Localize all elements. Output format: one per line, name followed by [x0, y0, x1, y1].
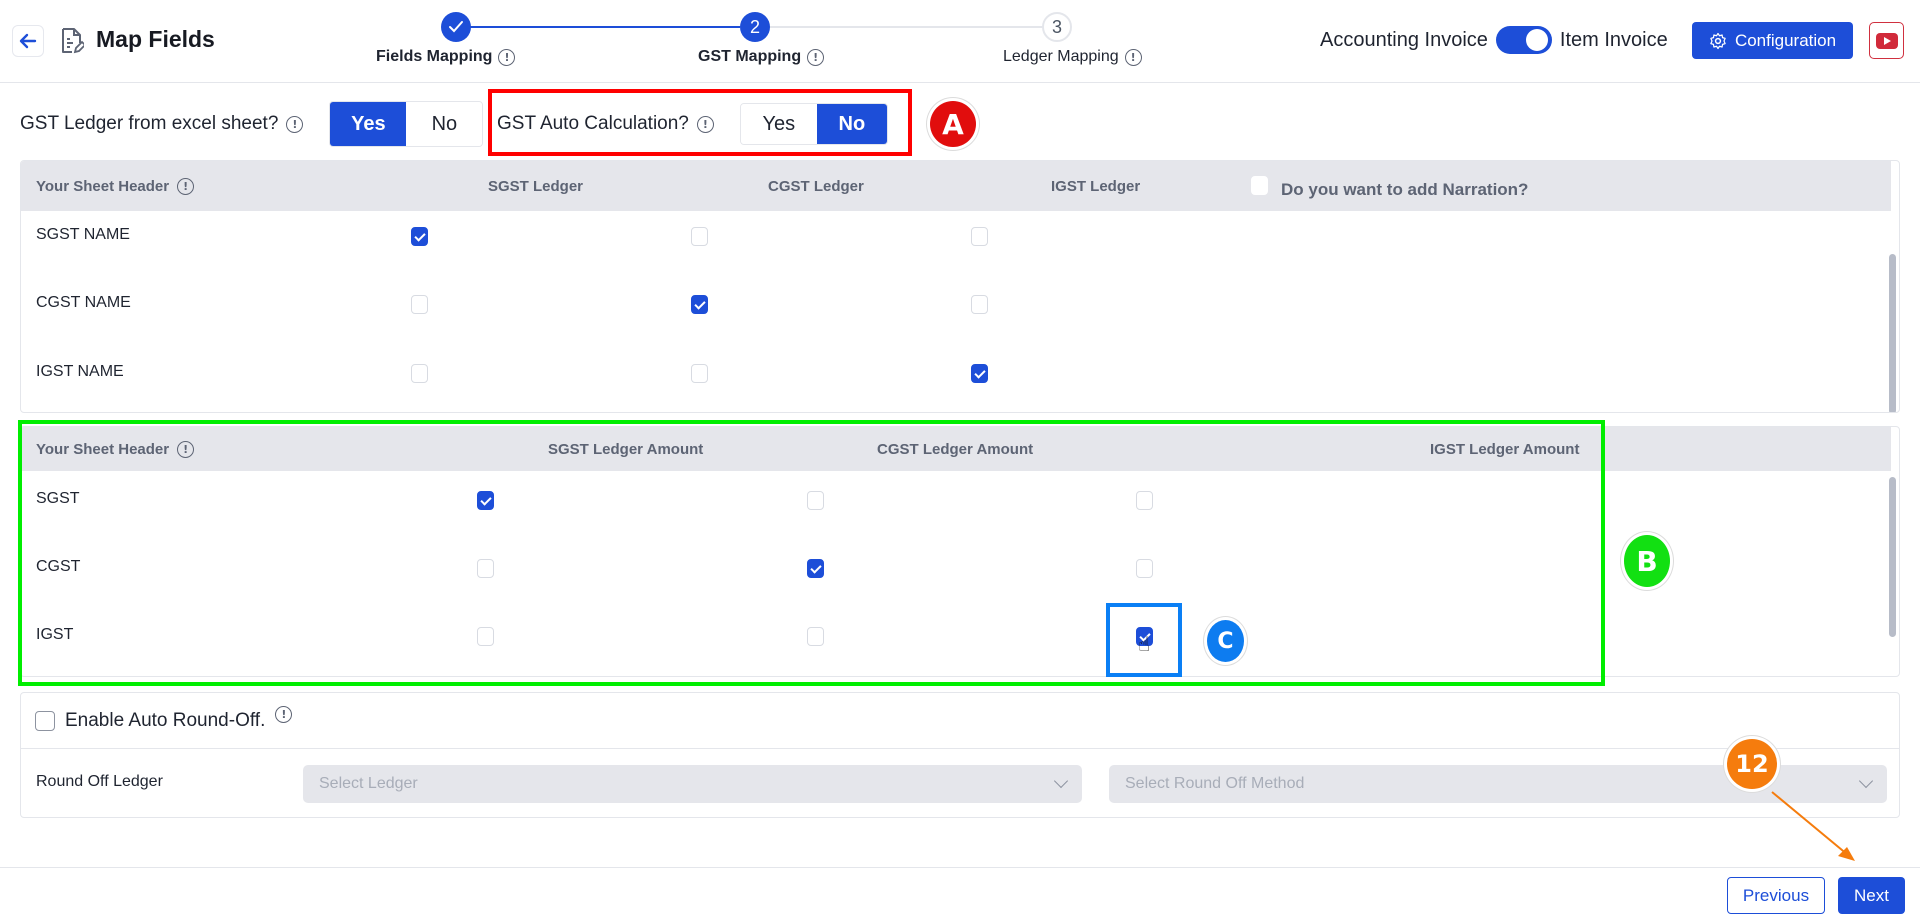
mapping-checkbox[interactable]: [411, 227, 428, 246]
enable-round-off-checkbox[interactable]: [35, 710, 55, 731]
round-off-ledger-label: Round Off Ledger: [36, 773, 163, 790]
invoice-type-switch: Accounting Invoice Item Invoice: [1320, 26, 1668, 54]
annotation-badge-b: B: [1624, 535, 1670, 587]
step-label-text: GST Mapping: [698, 48, 802, 65]
mapping-checkbox[interactable]: [971, 227, 988, 246]
top-bar: Map Fields 2 3 Fields Mapping! GST Mappi…: [0, 0, 1920, 83]
header-cgst-ledger: CGST Ledger: [768, 177, 864, 195]
scrollbar[interactable]: [1889, 477, 1896, 637]
row-label: CGST NAME: [36, 294, 131, 311]
page-title: Map Fields: [96, 26, 215, 52]
invoice-type-toggle[interactable]: [1495, 26, 1552, 54]
round-off-ledger-select[interactable]: Select Ledger: [303, 765, 1082, 803]
header-igst-ledger: IGST Ledger: [1051, 177, 1141, 195]
table-row: IGST NAME: [21, 348, 1891, 398]
scrollbar[interactable]: [1889, 254, 1896, 412]
table-header: Your Sheet Header! SGST Ledger CGST Ledg…: [21, 161, 1891, 211]
step-1-circle[interactable]: [441, 12, 471, 42]
youtube-icon: [1875, 32, 1898, 49]
mapping-checkbox[interactable]: [411, 364, 428, 383]
configuration-button[interactable]: Configuration: [1692, 22, 1853, 59]
mapping-checkbox[interactable]: [971, 295, 988, 314]
footer: Previous Next: [0, 867, 1920, 921]
enable-round-off-label: Enable Auto Round-Off.: [65, 709, 266, 731]
video-tutorial-button[interactable]: [1869, 22, 1904, 59]
header-sgst-ledger: SGST Ledger: [488, 177, 584, 195]
accounting-invoice-label: Accounting Invoice: [1320, 28, 1488, 51]
back-button[interactable]: [12, 25, 44, 57]
step-3-label[interactable]: Ledger Mapping!: [1003, 48, 1142, 66]
configuration-label: Configuration: [1734, 30, 1837, 50]
step-3-circle[interactable]: 3: [1042, 12, 1072, 42]
step-1-label[interactable]: Fields Mapping!: [376, 48, 516, 66]
annotation-box-a: [488, 89, 912, 156]
chevron-down-icon: [1858, 773, 1874, 789]
hand-cursor-icon: ☝: [1138, 634, 1151, 656]
step-2-circle[interactable]: 2: [740, 12, 770, 42]
mapping-checkbox[interactable]: [411, 295, 428, 314]
previous-button[interactable]: Previous: [1727, 877, 1825, 914]
chevron-down-icon: [1053, 773, 1069, 789]
row-label: SGST NAME: [36, 226, 130, 243]
info-icon[interactable]: !: [1124, 48, 1142, 66]
gst-ledger-table: Your Sheet Header! SGST Ledger CGST Ledg…: [20, 160, 1900, 413]
gst-ledger-no-option[interactable]: No: [406, 102, 483, 146]
annotation-badge-step: 12: [1727, 739, 1777, 789]
info-icon[interactable]: !: [177, 177, 195, 195]
select-placeholder: Select Ledger: [319, 775, 418, 792]
table-row: CGST NAME: [21, 279, 1891, 329]
row-label: IGST NAME: [36, 363, 124, 380]
narration-checkbox[interactable]: [1251, 176, 1268, 195]
round-off-section: Enable Auto Round-Off. ! Round Off Ledge…: [20, 692, 1900, 818]
mapping-checkbox[interactable]: [691, 227, 708, 246]
info-icon[interactable]: !: [807, 48, 825, 66]
toggle-knob: [1525, 29, 1548, 51]
gear-icon: [1710, 32, 1726, 49]
mapping-checkbox[interactable]: [691, 364, 708, 383]
stepper: 2 3 Fields Mapping! GST Mapping! Ledger …: [370, 10, 1170, 75]
document-edit-icon: [62, 28, 84, 54]
narration-label: Do you want to add Narration?: [1281, 180, 1529, 199]
annotation-box-b: [18, 420, 1605, 686]
step-2-label[interactable]: GST Mapping!: [698, 48, 825, 66]
info-icon[interactable]: !: [498, 48, 516, 66]
info-icon[interactable]: !: [275, 706, 293, 723]
header-text: Your Sheet Header: [36, 177, 170, 195]
info-icon[interactable]: !: [286, 115, 304, 133]
check-icon: [449, 21, 463, 33]
annotation-badge-c: C: [1207, 620, 1244, 662]
enable-round-off-row: Enable Auto Round-Off. !: [21, 693, 1899, 749]
step-label-text: Ledger Mapping: [1003, 48, 1119, 65]
annotation-badge-a: A: [930, 101, 976, 147]
gst-ledger-from-excel-label: GST Ledger from excel sheet?: [20, 113, 279, 134]
header-your-sheet-header: Your Sheet Header!: [36, 161, 195, 211]
mapping-checkbox[interactable]: [971, 364, 988, 383]
gst-ledger-from-excel-toggle: Yes No: [329, 101, 484, 147]
arrow-left-icon: [19, 33, 37, 49]
step-label-text: Fields Mapping: [376, 48, 493, 65]
item-invoice-label: Item Invoice: [1559, 28, 1668, 51]
table-row: SGST NAME: [21, 211, 1891, 261]
next-button[interactable]: Next: [1838, 877, 1905, 914]
step-connector: [770, 26, 1050, 28]
select-placeholder: Select Round Off Method: [1125, 775, 1305, 792]
gst-ledger-yes-option[interactable]: Yes: [330, 102, 407, 146]
mapping-checkbox[interactable]: [691, 295, 708, 314]
gst-ledger-from-excel-option: GST Ledger from excel sheet? ! Yes No: [20, 101, 484, 147]
step-connector: [470, 26, 740, 28]
